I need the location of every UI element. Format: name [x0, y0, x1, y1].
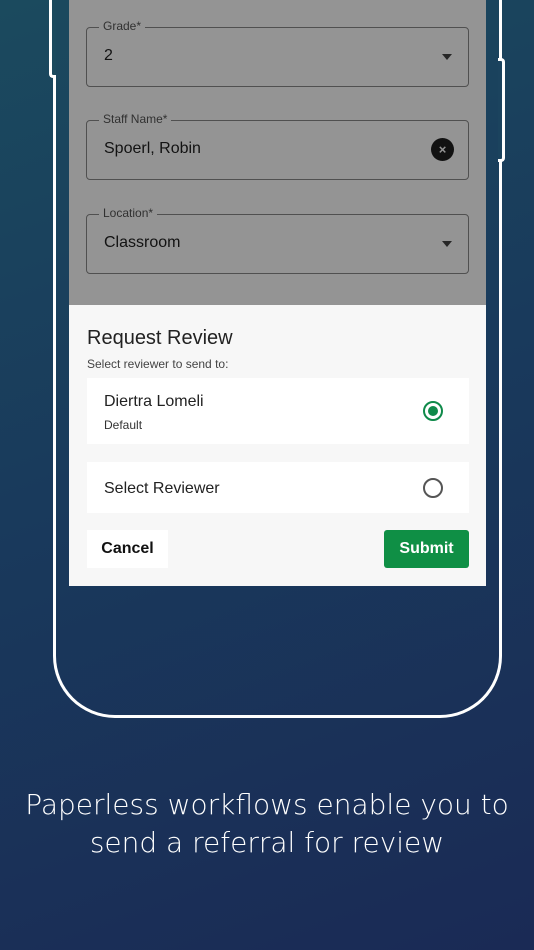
radio-selected-icon[interactable] — [423, 401, 443, 421]
reviewer-default-tag: Default — [104, 418, 143, 432]
dialog-subtitle: Select reviewer to send to: — [87, 357, 229, 371]
dialog-title: Request Review — [87, 327, 233, 349]
radio-unselected-icon[interactable] — [423, 478, 443, 498]
app-screen: Grade* 2 Staff Name* Spoerl, Robin × Loc… — [69, 0, 486, 586]
select-reviewer-label: Select Reviewer — [104, 480, 220, 497]
phone-side-button-left — [49, 0, 56, 78]
caption-line-2: send a referral for review — [89, 826, 445, 859]
marketing-caption: Paperless workflows enable you to send a… — [0, 786, 534, 862]
reviewer-option-select[interactable]: Select Reviewer — [87, 462, 469, 513]
reviewer-option-default[interactable]: Diertra Lomeli Default — [87, 378, 469, 444]
submit-button[interactable]: Submit — [384, 530, 469, 568]
modal-scrim[interactable] — [69, 0, 486, 305]
caption-line-1: Paperless workflows enable you to — [25, 788, 509, 821]
phone-side-button-right — [498, 58, 505, 162]
request-review-sheet: Request Review Select reviewer to send t… — [69, 305, 486, 586]
reviewer-name: Diertra Lomeli — [104, 393, 204, 410]
cancel-button[interactable]: Cancel — [87, 530, 168, 568]
